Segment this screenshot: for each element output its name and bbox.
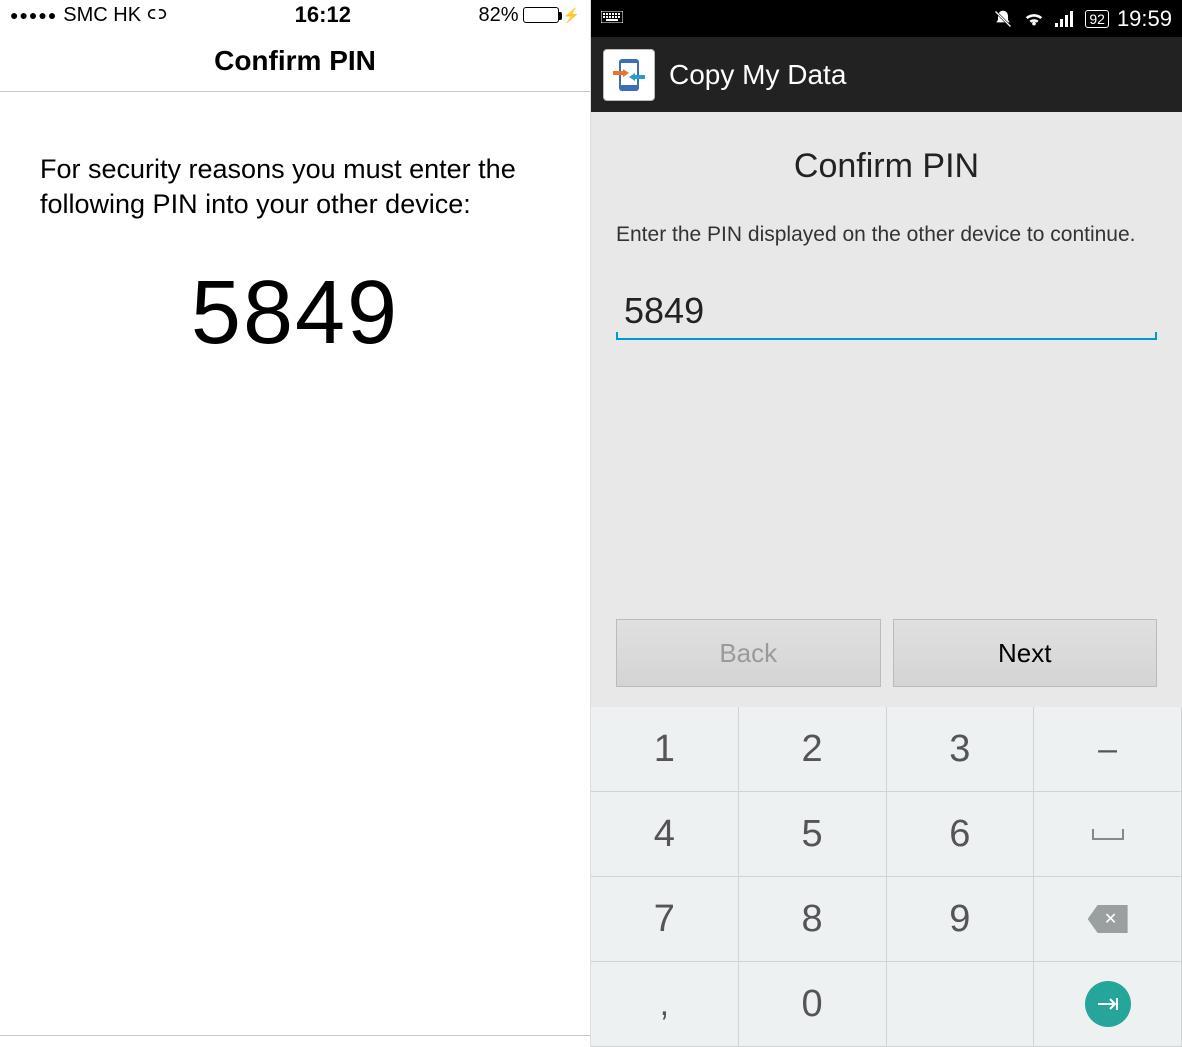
- page-title: Confirm PIN: [616, 147, 1157, 186]
- app-icon: [603, 49, 655, 101]
- keypad-empty: [887, 962, 1035, 1047]
- keypad-comma[interactable]: ,: [591, 962, 739, 1047]
- keypad-2[interactable]: 2: [739, 707, 887, 792]
- ios-navbar: Confirm PIN: [0, 30, 590, 92]
- pin-input-wrap: [616, 284, 1157, 340]
- app-title: Copy My Data: [669, 59, 846, 91]
- back-button-label: Back: [719, 638, 777, 669]
- back-button[interactable]: Back: [616, 619, 881, 687]
- numeric-keypad: 1 2 3 – 4 5 6 7 8 9 ✕ , 0: [591, 707, 1182, 1047]
- mute-icon: [993, 9, 1013, 29]
- instruction-text: For security reasons you must enter the …: [40, 152, 550, 222]
- keyboard-indicator-icon: [601, 11, 623, 26]
- keypad-3[interactable]: 3: [887, 707, 1035, 792]
- button-row: Back Next: [616, 619, 1157, 687]
- next-button[interactable]: Next: [893, 619, 1158, 687]
- carrier-label: SMC HK: [63, 4, 141, 27]
- backspace-icon: ✕: [1088, 905, 1128, 933]
- keypad-9[interactable]: 9: [887, 877, 1035, 962]
- battery-percentage: 82%: [479, 4, 519, 27]
- ios-screen: ●●●●● SMC HK 16:12 82% ⚡ Confirm PIN For…: [0, 0, 591, 1047]
- keypad-4[interactable]: 4: [591, 792, 739, 877]
- charging-icon: ⚡: [563, 7, 580, 24]
- next-button-label: Next: [998, 638, 1051, 669]
- wifi-icon: [1023, 10, 1045, 28]
- instruction-text: Enter the PIN displayed on the other dev…: [616, 221, 1157, 249]
- personal-hotspot-icon: [147, 5, 167, 26]
- keypad-6[interactable]: 6: [887, 792, 1035, 877]
- battery-level: 92: [1085, 10, 1109, 28]
- keypad-space[interactable]: [1034, 792, 1182, 877]
- keypad-backspace[interactable]: ✕: [1034, 877, 1182, 962]
- keypad-8[interactable]: 8: [739, 877, 887, 962]
- keypad-0[interactable]: 0: [739, 962, 887, 1047]
- keypad-5[interactable]: 5: [739, 792, 887, 877]
- pin-input[interactable]: [616, 284, 1157, 340]
- keypad-1[interactable]: 1: [591, 707, 739, 792]
- ios-bottom-border: [0, 1035, 590, 1047]
- cell-signal-icon: [1055, 11, 1075, 27]
- status-time: 19:59: [1117, 6, 1172, 32]
- android-status-bar: 92 19:59: [591, 0, 1182, 37]
- keypad-7[interactable]: 7: [591, 877, 739, 962]
- ios-content: For security reasons you must enter the …: [0, 92, 590, 365]
- android-content: Confirm PIN Enter the PIN displayed on t…: [591, 112, 1182, 707]
- android-screen: 92 19:59 Copy My Data Confirm PIN Enter …: [591, 0, 1182, 1047]
- ios-status-bar: ●●●●● SMC HK 16:12 82% ⚡: [0, 0, 590, 30]
- keypad-dash[interactable]: –: [1034, 707, 1182, 792]
- android-appbar: Copy My Data: [591, 37, 1182, 112]
- signal-dots-icon: ●●●●●: [10, 7, 57, 23]
- page-title: Confirm PIN: [214, 45, 376, 77]
- battery-icon: [523, 7, 559, 23]
- status-time: 16:12: [167, 2, 478, 28]
- keypad-enter[interactable]: [1034, 962, 1182, 1047]
- enter-icon: [1085, 981, 1131, 1027]
- pin-display: 5849: [40, 262, 550, 365]
